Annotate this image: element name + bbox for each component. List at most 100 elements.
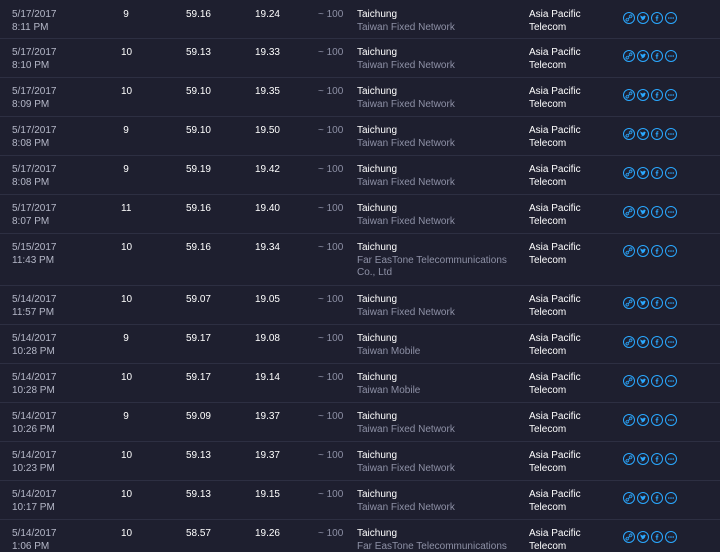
more-icon[interactable] [665, 89, 677, 101]
facebook-icon[interactable] [651, 531, 663, 543]
more-icon[interactable] [665, 414, 677, 426]
server-isp: Taiwan Fixed Network [357, 176, 455, 188]
provider-line-2: Telecom [529, 306, 567, 318]
share-icons [623, 128, 677, 140]
table-row[interactable]: 5/14/2017 10:17 PM 10 59.13 19.15 ~ 100 … [0, 481, 720, 520]
table-row[interactable]: 5/17/2017 8:07 PM 11 59.16 19.40 ~ 100 T… [0, 195, 720, 234]
more-icon[interactable] [665, 50, 677, 62]
server-info: Taichung Taiwan Fixed Network [357, 9, 522, 34]
server-city: Taichung [357, 294, 398, 305]
result-time: 10:28 PM [12, 384, 55, 396]
table-row[interactable]: 5/17/2017 8:09 PM 10 59.10 19.35 ~ 100 T… [0, 78, 720, 117]
server-isp: Taiwan Fixed Network [357, 21, 455, 33]
provider-line-2: Telecom [529, 462, 567, 474]
provider-line-1: Asia Pacific [529, 333, 581, 344]
table-row[interactable]: 5/14/2017 10:23 PM 10 59.13 19.37 ~ 100 … [0, 442, 720, 481]
facebook-icon[interactable] [651, 206, 663, 218]
link-icon[interactable] [623, 128, 635, 140]
more-icon[interactable] [665, 492, 677, 504]
provider-name: Asia Pacific Telecom [529, 372, 581, 397]
twitter-icon[interactable] [637, 12, 649, 24]
link-icon[interactable] [623, 453, 635, 465]
table-row[interactable]: 5/17/2017 8:08 PM 9 59.19 19.42 ~ 100 Ta… [0, 156, 720, 195]
more-icon[interactable] [665, 297, 677, 309]
more-icon[interactable] [665, 375, 677, 387]
facebook-icon[interactable] [651, 128, 663, 140]
twitter-icon[interactable] [637, 50, 649, 62]
table-row[interactable]: 5/14/2017 1:06 PM 10 58.57 19.26 ~ 100 T… [0, 520, 720, 552]
twitter-icon[interactable] [637, 245, 649, 257]
provider-name: Asia Pacific Telecom [529, 9, 581, 34]
provider-line-1: Asia Pacific [529, 294, 581, 305]
facebook-icon[interactable] [651, 492, 663, 504]
download-value: 59.17 [185, 372, 211, 383]
more-icon[interactable] [665, 167, 677, 179]
twitter-icon[interactable] [637, 167, 649, 179]
more-icon[interactable] [665, 531, 677, 543]
link-icon[interactable] [623, 89, 635, 101]
ping-value: 10 [121, 294, 133, 305]
more-icon[interactable] [665, 453, 677, 465]
link-icon[interactable] [623, 245, 635, 257]
more-icon[interactable] [665, 12, 677, 24]
twitter-icon[interactable] [637, 297, 649, 309]
link-icon[interactable] [623, 336, 635, 348]
facebook-icon[interactable] [651, 245, 663, 257]
facebook-icon[interactable] [651, 12, 663, 24]
server-city: Taichung [357, 9, 398, 20]
estimate-value: ~ 100 [318, 242, 344, 253]
upload-value: 19.05 [254, 294, 280, 305]
share-icons [623, 167, 677, 179]
link-icon[interactable] [623, 50, 635, 62]
table-row[interactable]: 5/14/2017 10:26 PM 9 59.09 19.37 ~ 100 T… [0, 403, 720, 442]
server-isp: Taiwan Mobile [357, 384, 421, 396]
twitter-icon[interactable] [637, 414, 649, 426]
twitter-icon[interactable] [637, 375, 649, 387]
facebook-icon[interactable] [651, 375, 663, 387]
more-icon[interactable] [665, 336, 677, 348]
twitter-icon[interactable] [637, 453, 649, 465]
link-icon[interactable] [623, 297, 635, 309]
table-row[interactable]: 5/14/2017 11:57 PM 10 59.07 19.05 ~ 100 … [0, 286, 720, 325]
ping-value: 11 [121, 203, 132, 214]
table-row[interactable]: 5/14/2017 10:28 PM 10 59.17 19.14 ~ 100 … [0, 364, 720, 403]
twitter-icon[interactable] [637, 128, 649, 140]
facebook-icon[interactable] [651, 89, 663, 101]
result-date: 5/17/2017 [12, 164, 57, 175]
table-row[interactable]: 5/17/2017 8:11 PM 9 59.16 19.24 ~ 100 Ta… [0, 0, 720, 39]
provider-name: Asia Pacific Telecom [529, 242, 581, 267]
facebook-icon[interactable] [651, 336, 663, 348]
facebook-icon[interactable] [651, 50, 663, 62]
table-row[interactable]: 5/14/2017 10:28 PM 9 59.17 19.08 ~ 100 T… [0, 325, 720, 364]
more-icon[interactable] [665, 206, 677, 218]
link-icon[interactable] [623, 414, 635, 426]
provider-line-1: Asia Pacific [529, 86, 581, 97]
link-icon[interactable] [623, 531, 635, 543]
twitter-icon[interactable] [637, 336, 649, 348]
table-row[interactable]: 5/17/2017 8:08 PM 9 59.10 19.50 ~ 100 Ta… [0, 117, 720, 156]
link-icon[interactable] [623, 12, 635, 24]
twitter-icon[interactable] [637, 531, 649, 543]
link-icon[interactable] [623, 167, 635, 179]
estimate-value: ~ 100 [318, 528, 344, 539]
table-row[interactable]: 5/15/2017 11:43 PM 10 59.16 19.34 ~ 100 … [0, 234, 720, 286]
facebook-icon[interactable] [651, 167, 663, 179]
ping-value: 10 [121, 450, 133, 461]
link-icon[interactable] [623, 206, 635, 218]
upload-value: 19.14 [254, 372, 280, 383]
twitter-icon[interactable] [637, 206, 649, 218]
table-row[interactable]: 5/17/2017 8:10 PM 10 59.13 19.33 ~ 100 T… [0, 39, 720, 78]
link-icon[interactable] [623, 492, 635, 504]
provider-line-2: Telecom [529, 345, 567, 357]
more-icon[interactable] [665, 128, 677, 140]
link-icon[interactable] [623, 375, 635, 387]
download-value: 59.10 [185, 125, 211, 136]
result-date: 5/14/2017 [12, 411, 57, 422]
facebook-icon[interactable] [651, 453, 663, 465]
facebook-icon[interactable] [651, 414, 663, 426]
twitter-icon[interactable] [637, 492, 649, 504]
twitter-icon[interactable] [637, 89, 649, 101]
more-icon[interactable] [665, 245, 677, 257]
facebook-icon[interactable] [651, 297, 663, 309]
download-value: 59.10 [185, 86, 211, 97]
